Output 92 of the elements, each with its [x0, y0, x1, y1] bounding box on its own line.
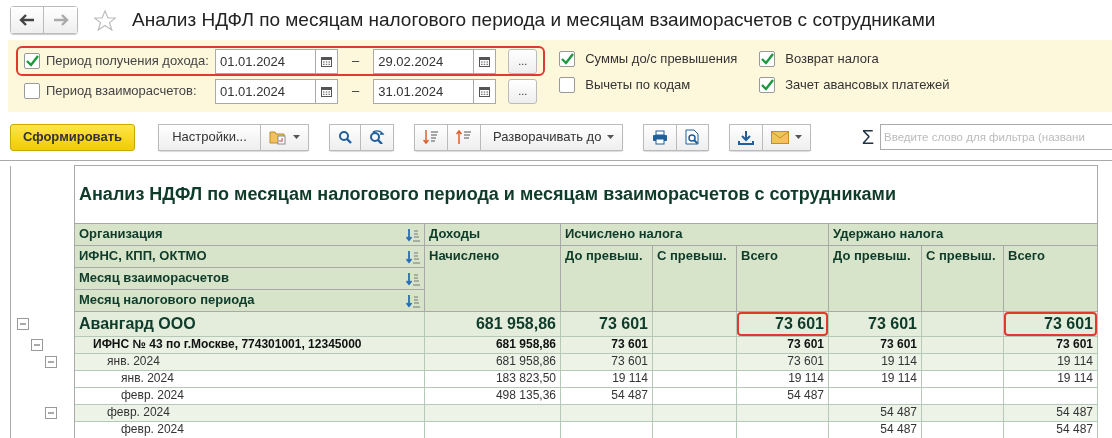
column-group-header: Удержано налога [828, 223, 1098, 246]
sort-down-icon [423, 129, 440, 145]
sort-icon[interactable] [406, 228, 420, 242]
date-field[interactable]: 29.02.2024 [373, 48, 475, 74]
row-label: Авангард ООО [74, 311, 425, 337]
page-search-icon [685, 129, 701, 145]
checkbox[interactable] [759, 51, 776, 67]
column-header: С превыш. [652, 245, 737, 312]
calendar-icon [321, 85, 332, 97]
collapse-button[interactable] [414, 123, 449, 151]
search-arrow-icon [369, 130, 386, 144]
caret-icon [607, 135, 615, 139]
collapse-toggle[interactable] [17, 317, 29, 330]
report-title: Анализ НДФЛ по месяцам налогового периода и месяцам взаиморасчетов с сотрудниками [74, 165, 1098, 224]
back-button[interactable] [10, 6, 44, 34]
table-cell: 73 601 [736, 311, 829, 337]
preview-button[interactable] [677, 123, 710, 151]
checkbox[interactable] [24, 83, 40, 99]
settings-button[interactable]: Настройки... [158, 123, 262, 151]
calendar-icon [479, 85, 491, 97]
column-group-header: Исчислено налога [560, 223, 829, 246]
expand-all-button[interactable] [448, 123, 482, 151]
grouping-header: Организация [74, 223, 425, 246]
search-field[interactable]: Введите слово для фильтра (названи [880, 124, 1112, 150]
checkbox[interactable] [559, 77, 576, 93]
save-button[interactable] [729, 123, 764, 151]
column-header: До превыш. [560, 245, 653, 312]
printer-icon [652, 129, 669, 145]
check-icon [560, 53, 575, 65]
checkbox[interactable] [24, 53, 40, 69]
table-cell: 73 601 [1003, 311, 1098, 337]
calendar-icon [321, 55, 332, 67]
arrow-right-icon [52, 14, 69, 26]
calendar-button[interactable] [474, 48, 497, 74]
sort-icon[interactable] [406, 272, 420, 286]
grouping-header: ИФНС, КПП, ОКТМО [74, 245, 425, 268]
variants-button[interactable] [261, 123, 310, 151]
send-button[interactable] [763, 123, 812, 151]
column-header: До превыш. [828, 245, 922, 312]
calendar-button[interactable] [316, 78, 338, 104]
date-field[interactable]: 01.01.2024 [215, 78, 316, 104]
table-cell: 73 601 [828, 311, 922, 337]
dash-separator: – [352, 52, 360, 71]
column-header: Начислено [424, 245, 561, 312]
calendar-button[interactable] [474, 78, 497, 104]
table-cell: 681 958,86 [424, 311, 561, 337]
filter-label: Период взаиморасчетов: [46, 82, 198, 101]
column-header: Всего [736, 245, 829, 312]
expand-to-button[interactable]: Разворачивать до [481, 123, 624, 151]
checkbox[interactable] [559, 51, 576, 67]
option-label: Вычеты по кодам [585, 76, 691, 95]
search-icon [338, 130, 353, 144]
sort-icon[interactable] [406, 250, 420, 264]
print-button[interactable] [643, 123, 678, 151]
generate-button[interactable]: Сформировать [10, 123, 136, 151]
sort-icon[interactable] [406, 294, 420, 308]
sum-symbol: Σ [861, 125, 874, 150]
filter-label: Период получения дохода: [46, 52, 209, 71]
date-field[interactable]: 31.01.2024 [373, 78, 475, 104]
column-header: С превыш. [921, 245, 1004, 312]
sort-up-icon [456, 129, 473, 145]
grouping-header: Месяц взаиморасчетов [74, 267, 425, 290]
collapse-toggle[interactable] [45, 406, 57, 419]
more-button[interactable]: ... [508, 48, 538, 74]
calendar-button[interactable] [316, 48, 338, 74]
option-label: Возврат налога [785, 50, 879, 69]
collapse-toggle[interactable] [31, 338, 43, 351]
window-title: Анализ НДФЛ по месяцам налогового периода и месяцам взаиморасчетов с сотрудниками [132, 7, 936, 32]
caret-icon [293, 135, 301, 139]
envelope-icon [771, 130, 790, 144]
column-group-header: Доходы [424, 223, 561, 246]
option-label: Зачет авансовых платежей [785, 76, 950, 95]
grouping-header: Месяц налогового периода [74, 289, 425, 312]
dash-separator: – [352, 82, 360, 101]
star-icon[interactable] [94, 9, 116, 31]
option-label: Суммы до/с превышения [585, 50, 738, 69]
more-button[interactable]: ... [508, 78, 538, 104]
table-cell: 73 601 [560, 311, 653, 337]
check-icon [760, 53, 775, 65]
search-next-button[interactable] [361, 123, 395, 151]
search-button[interactable] [329, 123, 362, 151]
checkbox[interactable] [759, 77, 776, 93]
date-field[interactable]: 01.01.2024 [215, 48, 316, 74]
folder-report-icon [269, 129, 288, 145]
collapse-toggle[interactable] [45, 355, 57, 368]
column-header: Всего [1003, 245, 1098, 312]
check-icon [760, 79, 775, 91]
caret-icon [795, 135, 803, 139]
arrow-left-icon [19, 14, 35, 26]
download-icon [738, 129, 755, 145]
check-icon [25, 55, 39, 67]
calendar-icon [479, 55, 491, 67]
